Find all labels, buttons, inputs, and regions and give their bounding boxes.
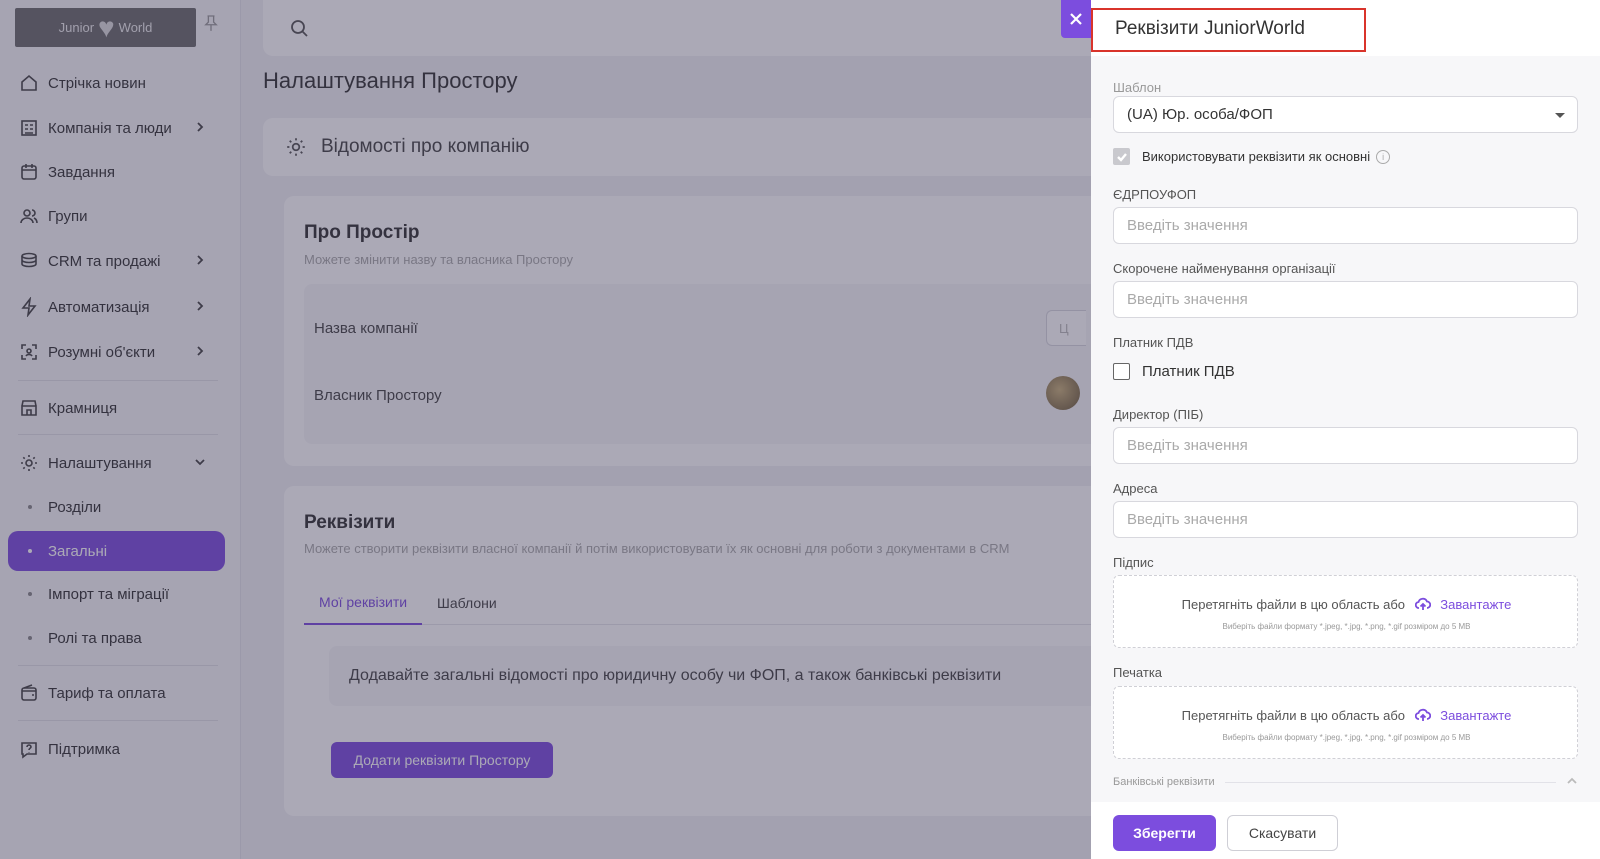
save-button[interactable]: Зберегти <box>1113 815 1216 851</box>
stamp-dropzone[interactable]: Перетягніть файли в цю область або Заван… <box>1113 686 1578 759</box>
address-label: Адреса <box>1113 481 1158 496</box>
drawer-footer: Зберегти Скасувати <box>1091 802 1600 859</box>
chevron-up-icon[interactable] <box>1566 775 1578 790</box>
dropzone-text: Перетягніть файли в цю область або <box>1181 708 1406 723</box>
short-name-placeholder: Введіть значення <box>1127 291 1248 308</box>
upload-link[interactable]: Завантажте <box>1440 708 1511 723</box>
vat-payer-row[interactable]: Платник ПДВ <box>1113 363 1235 380</box>
upload-icon <box>1414 708 1431 722</box>
address-placeholder: Введіть значення <box>1127 511 1248 528</box>
edrpou-input[interactable]: Введіть значення <box>1113 207 1578 244</box>
cancel-button[interactable]: Скасувати <box>1227 815 1338 851</box>
info-icon[interactable]: i <box>1376 149 1391 164</box>
dropzone-text: Перетягніть файли в цю область або <box>1181 597 1406 612</box>
dropzone-text-row: Перетягніть файли в цю область або Заван… <box>1114 708 1579 723</box>
short-name-input[interactable]: Введіть значення <box>1113 281 1578 318</box>
template-label: Шаблон <box>1113 80 1162 95</box>
drawer-header: Реквізити JuniorWorld <box>1091 0 1600 56</box>
use-as-main-row[interactable]: Використовувати реквізити як основні i <box>1113 148 1391 165</box>
address-input[interactable]: Введіть значення <box>1113 501 1578 538</box>
dropzone-text-row: Перетягніть файли в цю область або Заван… <box>1114 597 1579 612</box>
short-name-label: Скорочене найменування організації <box>1113 261 1336 276</box>
director-placeholder: Введіть значення <box>1127 437 1248 454</box>
upload-icon <box>1414 597 1431 611</box>
signature-dropzone[interactable]: Перетягніть файли в цю область або Заван… <box>1113 575 1578 648</box>
use-as-main-label: Використовувати реквізити як основні <box>1142 149 1371 164</box>
use-as-main-checkbox[interactable] <box>1113 148 1130 165</box>
edrpou-placeholder: Введіть значення <box>1127 217 1248 234</box>
vat-payer-label: Платник ПДВ <box>1142 363 1235 380</box>
edrpou-label: ЄДРПОУФОП <box>1113 187 1197 202</box>
upload-link[interactable]: Завантажте <box>1440 597 1511 612</box>
caret-down-icon <box>1555 113 1565 118</box>
stamp-label: Печатка <box>1113 665 1163 680</box>
director-input[interactable]: Введіть значення <box>1113 427 1578 464</box>
template-select-value: (UA) Юр. особа/ФОП <box>1127 106 1273 123</box>
template-select[interactable]: (UA) Юр. особа/ФОП <box>1113 96 1578 133</box>
vat-section-label: Платник ПДВ <box>1113 335 1194 350</box>
dropzone-hint: Виберіть файли формату *.jpeg, *.jpg, *.… <box>1222 733 1471 742</box>
bank-section-label: Банківські реквізити <box>1113 776 1215 788</box>
signature-label: Підпис <box>1113 555 1154 570</box>
close-icon <box>1070 13 1082 25</box>
drawer-title: Реквізити JuniorWorld <box>1091 8 1366 52</box>
divider <box>1224 781 1556 783</box>
requisites-drawer: Реквізити JuniorWorld Шаблон (UA) Юр. ос… <box>1091 0 1600 859</box>
dropzone-hint: Виберіть файли формату *.jpeg, *.jpg, *.… <box>1222 622 1471 631</box>
close-drawer-button[interactable] <box>1061 0 1091 38</box>
vat-payer-checkbox[interactable] <box>1113 363 1130 380</box>
bank-requisites-section[interactable]: Банківські реквізити <box>1113 775 1578 789</box>
modal-overlay[interactable] <box>0 0 1091 859</box>
check-icon <box>1116 152 1127 162</box>
director-label: Директор (ПІБ) <box>1113 407 1204 422</box>
